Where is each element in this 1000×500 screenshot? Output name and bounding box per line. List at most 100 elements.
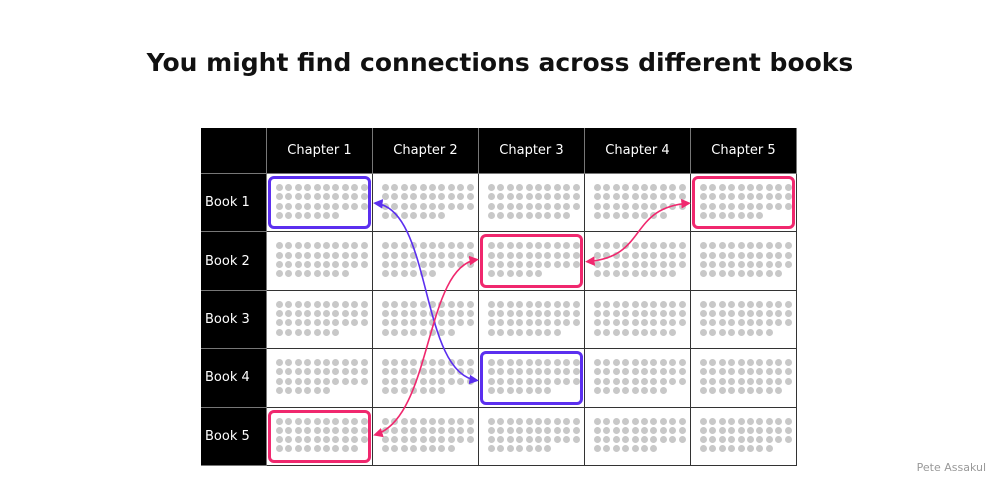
text-dot	[784, 260, 792, 268]
text-dot	[400, 426, 408, 434]
text-dot	[737, 310, 745, 318]
chapter-cell[interactable]	[585, 232, 691, 291]
text-dot	[535, 211, 542, 219]
text-dot	[313, 328, 321, 336]
text-dot	[400, 387, 408, 395]
chapter-cell[interactable]	[373, 290, 479, 350]
text-dot	[641, 328, 648, 336]
chapter-cell[interactable]	[373, 174, 479, 233]
text-dot	[535, 300, 542, 308]
text-dot	[410, 300, 418, 308]
text-dot	[784, 300, 792, 308]
text-dot	[410, 387, 418, 395]
chapter-cell[interactable]	[373, 407, 479, 466]
chapter-cell[interactable]	[691, 349, 797, 408]
text-dot	[622, 270, 630, 278]
text-dot	[603, 368, 611, 376]
text-dot	[737, 445, 745, 453]
text-dot	[572, 310, 580, 318]
text-dot	[747, 445, 754, 453]
text-dot	[563, 319, 571, 327]
text-dot	[650, 242, 658, 250]
chapter-cell[interactable]	[691, 232, 797, 291]
chapter-cell[interactable]	[585, 174, 691, 233]
text-dot	[747, 426, 754, 434]
text-dot	[622, 368, 630, 376]
text-dot	[400, 417, 408, 425]
text-dot	[525, 310, 533, 318]
chapter-cell[interactable]	[479, 290, 585, 350]
text-dot	[765, 387, 773, 395]
chapter-cell[interactable]	[585, 290, 691, 350]
text-dot	[718, 328, 726, 336]
text-dot	[313, 387, 321, 395]
text-dot	[659, 251, 667, 259]
text-dot	[332, 377, 340, 385]
text-dot	[276, 270, 283, 278]
chapter-cell[interactable]	[479, 407, 585, 466]
text-dot	[429, 211, 436, 219]
text-dot	[594, 445, 601, 453]
chapter-cell[interactable]	[585, 407, 691, 466]
text-dot	[488, 445, 495, 453]
column-header: Chapter 4	[585, 128, 691, 174]
text-dot	[572, 319, 580, 327]
text-dot	[419, 184, 427, 191]
text-dot	[506, 445, 514, 453]
text-dot	[544, 445, 552, 453]
text-dot	[641, 260, 648, 268]
text-dot	[516, 328, 524, 336]
text-dot	[775, 260, 783, 268]
text-dot	[659, 387, 667, 395]
text-dot	[622, 445, 630, 453]
text-dot	[718, 387, 726, 395]
chapter-cell[interactable]	[691, 290, 797, 350]
text-dot	[563, 211, 571, 219]
text-dot	[728, 387, 736, 395]
text-dot	[410, 193, 418, 201]
text-dot	[419, 387, 427, 395]
text-dot	[594, 368, 601, 376]
text-dot	[622, 310, 630, 318]
text-dot	[622, 251, 630, 259]
text-dot	[563, 193, 571, 201]
text-dot	[313, 251, 321, 259]
chapter-cell[interactable]	[585, 349, 691, 408]
text-dot	[594, 328, 601, 336]
text-dot	[410, 260, 418, 268]
chapter-cell[interactable]	[373, 232, 479, 291]
text-dot	[457, 242, 465, 250]
text-dot	[382, 436, 389, 444]
text-dot	[419, 417, 427, 425]
text-dot	[728, 377, 736, 385]
text-dot	[641, 445, 648, 453]
chapter-cell[interactable]	[479, 174, 585, 233]
text-dot	[728, 270, 736, 278]
text-dot	[488, 319, 495, 327]
text-dot	[516, 193, 524, 201]
text-dot	[351, 300, 359, 308]
text-dot	[294, 270, 302, 278]
chapter-cell[interactable]	[267, 232, 373, 291]
text-dot	[737, 426, 745, 434]
text-dot	[525, 193, 533, 201]
chapter-cell[interactable]	[267, 290, 373, 350]
text-dot	[659, 319, 667, 327]
text-dot	[622, 184, 630, 191]
text-dot	[525, 426, 533, 434]
chapter-cell[interactable]	[267, 349, 373, 408]
chapter-cell[interactable]	[691, 407, 797, 466]
text-dot	[709, 417, 717, 425]
text-dot	[650, 300, 658, 308]
text-dot	[304, 251, 312, 259]
text-dot	[700, 242, 707, 250]
text-dot	[276, 251, 283, 259]
text-dot	[718, 377, 726, 385]
text-dot	[400, 211, 408, 219]
text-dot	[332, 260, 340, 268]
chapter-cell[interactable]	[373, 349, 479, 408]
text-dot	[775, 368, 783, 376]
text-dot	[391, 328, 399, 336]
text-dot	[391, 426, 399, 434]
text-dot	[659, 184, 667, 191]
